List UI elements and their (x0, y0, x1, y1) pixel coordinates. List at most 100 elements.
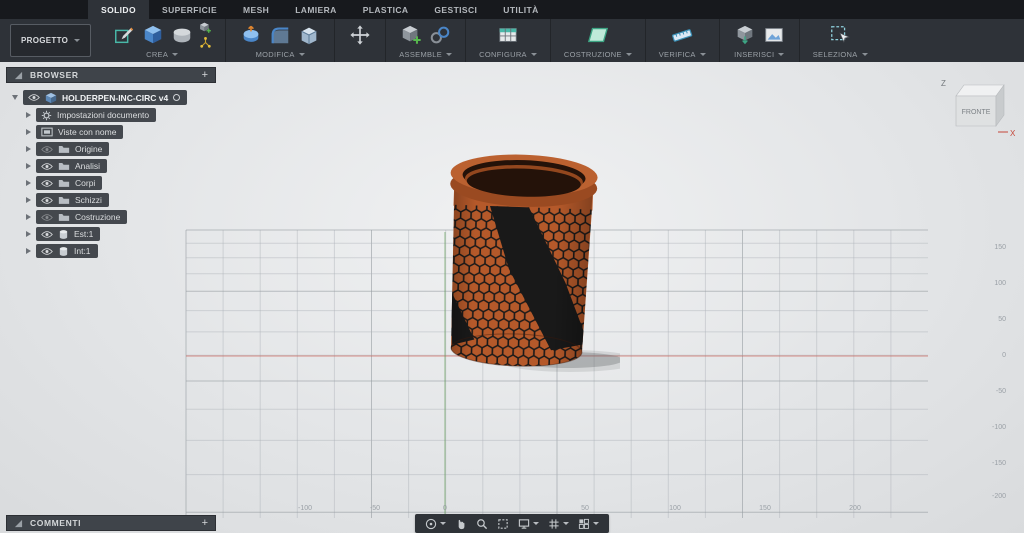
group-dropdown-inserisci[interactable]: INSERISCI (734, 50, 785, 59)
expand-arrow-icon[interactable] (26, 129, 31, 135)
group-dropdown-seleziona[interactable]: SELEZIONA (813, 50, 868, 59)
browser-item-label[interactable]: Costruzione (75, 212, 120, 222)
pan-button[interactable] (455, 518, 467, 530)
browser-row[interactable]: Est:1 (26, 227, 101, 241)
viewcube-front-label: FRONTE (962, 109, 991, 116)
grid-settings-button[interactable] (548, 518, 569, 530)
browser-row[interactable]: Corpi (26, 176, 103, 190)
shell-icon[interactable] (297, 23, 321, 47)
expand-arrow-icon[interactable] (26, 248, 31, 254)
chevron-down-icon (563, 522, 569, 525)
tab-plastica[interactable]: PLASTICA (350, 0, 422, 19)
group-dropdown-costruzione[interactable]: COSTRUZIONE (564, 50, 632, 59)
expand-arrow-icon[interactable] (26, 163, 31, 169)
expand-arrow-icon[interactable] (26, 214, 31, 220)
pen-holder-model[interactable] (430, 145, 620, 390)
comments-add-button[interactable]: + (202, 517, 208, 529)
select-icon[interactable] (828, 23, 852, 47)
expand-arrow-icon[interactable] (26, 112, 31, 118)
browser-item-label[interactable]: Int:1 (74, 246, 91, 256)
ruler-label: 0 (1002, 352, 1006, 359)
browser-row[interactable]: Viste con nome (26, 125, 124, 139)
tab-gestisci[interactable]: GESTISCI (421, 0, 490, 19)
panel-collapse-icon[interactable] (14, 519, 23, 528)
eye-icon[interactable] (28, 93, 40, 102)
orbit-button[interactable] (425, 518, 446, 530)
browser-item-label[interactable]: Impostazioni documento (57, 110, 149, 120)
pattern-icon[interactable] (199, 36, 212, 49)
viewports-button[interactable] (578, 518, 599, 530)
chevron-down-icon (699, 53, 706, 56)
activate-component-radio[interactable] (173, 94, 181, 101)
display-settings-icon (518, 518, 530, 529)
tab-superficie[interactable]: SUPERFICIE (149, 0, 230, 19)
construction-plane-icon[interactable] (586, 23, 610, 47)
browser-item-label[interactable]: Est:1 (74, 229, 93, 239)
viewcube-top-face[interactable] (955, 84, 1005, 97)
zoom-button[interactable] (476, 518, 488, 530)
tab-utilita[interactable]: UTILITÀ (490, 0, 551, 19)
tab-lamiera[interactable]: LAMIERA (282, 0, 350, 19)
browser-add-button[interactable]: + (202, 69, 208, 81)
revolve-icon[interactable] (170, 23, 194, 47)
group-dropdown-modifica[interactable]: MODIFICA (256, 50, 305, 59)
group-dropdown-crea[interactable]: CREA (146, 50, 179, 59)
comments-panel-header[interactable]: COMMENTI + (6, 515, 216, 531)
root-component-label[interactable]: HOLDERPEN-INC-CIRC v4 (62, 93, 168, 103)
chevron-down-icon (625, 53, 632, 56)
eye-off-icon[interactable] (41, 213, 53, 222)
expand-arrow-icon[interactable] (26, 197, 31, 203)
new-component-icon[interactable] (399, 23, 423, 47)
eye-icon[interactable] (41, 179, 53, 188)
group-dropdown-configura[interactable]: CONFIGURA (479, 50, 537, 59)
view-cube[interactable]: Z FRONTE X (936, 74, 1016, 140)
expand-arrow-icon[interactable] (26, 180, 31, 186)
eye-icon[interactable] (41, 162, 53, 171)
group-dropdown-assemble[interactable]: ASSEMBLE (399, 50, 453, 59)
browser-row[interactable]: Analisi (26, 159, 108, 173)
display-settings-button[interactable] (518, 518, 539, 530)
joint-icon[interactable] (428, 23, 452, 47)
measure-icon[interactable] (670, 23, 694, 47)
eye-icon[interactable] (41, 230, 53, 239)
3d-viewport[interactable]: 150 100 50 0 -50 -100 -150 -200 -100 -50… (0, 62, 1024, 533)
browser-row[interactable]: Costruzione (26, 210, 128, 224)
group-label: CREA (146, 50, 169, 59)
move-icon[interactable] (348, 23, 372, 47)
browser-row[interactable]: Impostazioni documento (26, 108, 157, 122)
browser-item-label[interactable]: Viste con nome (58, 127, 116, 137)
chevron-down-icon (593, 522, 599, 525)
tab-solido[interactable]: SOLIDO (88, 0, 149, 19)
expand-arrow-icon[interactable] (26, 231, 31, 237)
browser-row[interactable]: Int:1 (26, 244, 98, 258)
eye-icon[interactable] (41, 247, 53, 256)
create-sketch-icon[interactable] (112, 23, 136, 47)
browser-row-root[interactable]: HOLDERPEN-INC-CIRC v4 (12, 90, 188, 105)
browser-row[interactable]: Schizzi (26, 193, 109, 207)
canvas-icon[interactable] (762, 23, 786, 47)
primitive-box-icon[interactable] (199, 21, 212, 34)
fit-button[interactable] (497, 518, 509, 530)
project-button[interactable]: PROGETTO (10, 24, 92, 57)
press-pull-icon[interactable] (239, 23, 263, 47)
tab-mesh[interactable]: MESH (230, 0, 282, 19)
eye-icon[interactable] (41, 196, 53, 205)
expand-arrow-icon[interactable] (12, 95, 18, 100)
extrude-icon[interactable] (141, 23, 165, 47)
ribbon-tab-bar: SOLIDO SUPERFICIE MESH LAMIERA PLASTICA … (0, 0, 1024, 19)
expand-arrow-icon[interactable] (26, 146, 31, 152)
browser-item-label[interactable]: Corpi (75, 178, 95, 188)
browser-item-label[interactable]: Schizzi (75, 195, 102, 205)
insert-icon[interactable] (733, 23, 757, 47)
ruler-label: -100 (991, 424, 1006, 431)
browser-item-label[interactable]: Origine (75, 144, 102, 154)
configure-table-icon[interactable] (496, 23, 520, 47)
fillet-icon[interactable] (268, 23, 292, 47)
browser-item-label[interactable]: Analisi (75, 161, 100, 171)
browser-panel-header[interactable]: BROWSER + (6, 67, 216, 83)
group-dropdown-verifica[interactable]: VERIFICA (659, 50, 706, 59)
browser-row[interactable]: Origine (26, 142, 110, 156)
panel-collapse-icon[interactable] (14, 71, 23, 80)
ruler-label: 150 (994, 244, 1006, 251)
eye-off-icon[interactable] (41, 145, 53, 154)
